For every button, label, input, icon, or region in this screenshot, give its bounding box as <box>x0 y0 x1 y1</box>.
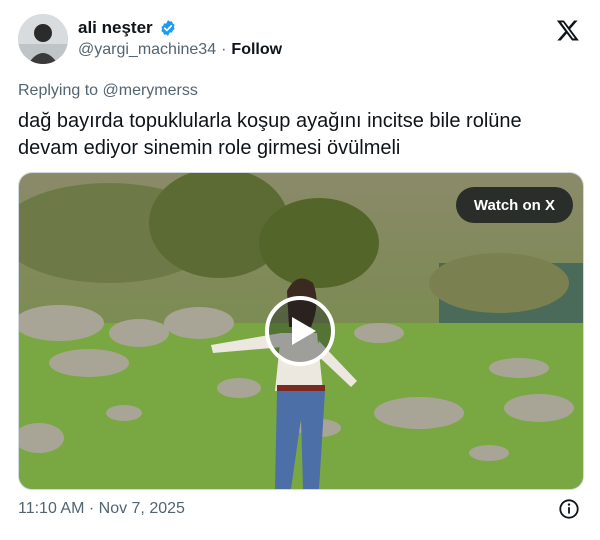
avatar-image <box>18 14 68 64</box>
author-handle-row: @yargi_machine34 · Follow <box>78 41 282 59</box>
follow-button[interactable]: Follow <box>231 41 282 59</box>
separator: · <box>221 41 227 58</box>
verified-badge-icon <box>161 20 175 36</box>
author-name-row: ali neşter <box>78 18 177 38</box>
replying-prefix: Replying to <box>18 82 99 99</box>
author-handle[interactable]: @yargi_machine34 <box>78 41 216 59</box>
replying-to: Replying to @merymerss <box>18 82 198 100</box>
tweet-timestamp[interactable]: 11:10 AM · Nov 7, 2025 <box>18 500 185 518</box>
tweet-text: dağ bayırda topuklularla koşup ayağını i… <box>18 110 522 159</box>
watch-on-x-button[interactable]: Watch on X <box>455 187 573 223</box>
reply-mention[interactable]: @merymerss <box>103 82 198 99</box>
author-name[interactable]: ali neşter <box>78 18 153 38</box>
info-icon[interactable] <box>558 498 580 520</box>
play-icon[interactable] <box>264 295 336 367</box>
avatar[interactable] <box>18 14 68 64</box>
video-media[interactable]: Watch on X <box>18 172 584 490</box>
x-logo-icon[interactable] <box>556 18 580 42</box>
tweet-header: ali neşter @yargi_machine34 · Follow <box>18 12 584 68</box>
